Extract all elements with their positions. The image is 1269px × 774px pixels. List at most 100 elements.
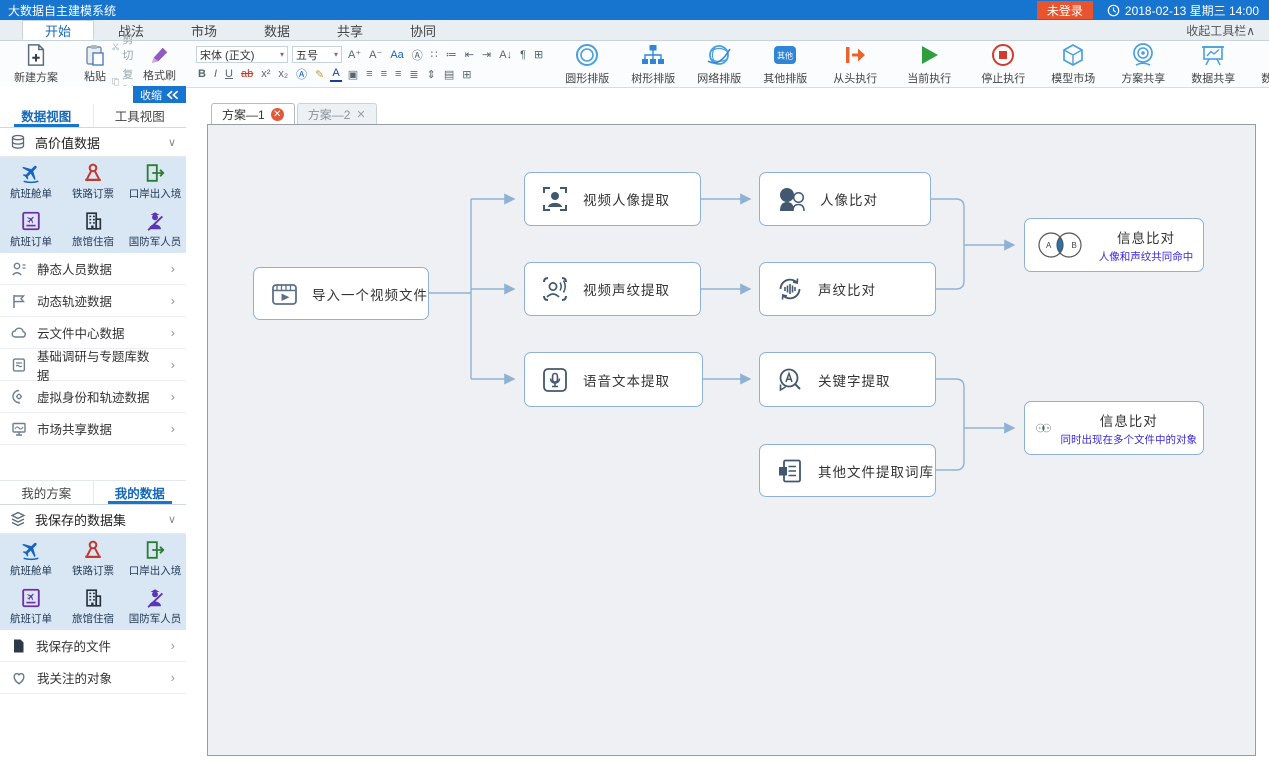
bold-button[interactable]: B bbox=[196, 66, 208, 82]
tab-data-view[interactable]: 数据视图 bbox=[0, 104, 93, 127]
justify-button[interactable]: ≣ bbox=[407, 66, 420, 82]
high-value-icon-grid: 航班舱单 铁路订票 口岸出入境 航班 bbox=[0, 157, 186, 253]
grow-font-button[interactable]: A⁺ bbox=[346, 47, 363, 63]
dataset-flight-manifest[interactable]: 航班舱单 bbox=[0, 534, 62, 582]
node-speech-text-extract[interactable]: 语音文本提取 bbox=[524, 352, 703, 407]
chevron-right-icon: › bbox=[171, 389, 175, 404]
clear-format-button[interactable]: Ⓐ bbox=[410, 47, 425, 63]
brush-icon bbox=[150, 45, 170, 65]
railway-icon bbox=[82, 539, 104, 561]
close-tab-icon[interactable]: ✕ bbox=[356, 108, 365, 121]
dataset-railway-ticket[interactable]: 铁路订票 bbox=[62, 157, 124, 205]
node-video-voiceprint-extract[interactable]: 视频声纹提取 bbox=[524, 262, 701, 316]
align-left-button[interactable]: ≡ bbox=[364, 66, 374, 82]
close-tab-icon[interactable]: ✕ bbox=[271, 108, 284, 121]
shrink-font-button[interactable]: A⁻ bbox=[367, 47, 384, 63]
doc-tab-plan-1[interactable]: 方案—1 ✕ bbox=[211, 103, 295, 124]
node-voiceprint-compare[interactable]: 声纹比对 bbox=[759, 262, 936, 316]
category-virtual-identity[interactable]: 虚拟身份和轨迹数据 › bbox=[0, 381, 186, 413]
tab-tool-view[interactable]: 工具视图 bbox=[93, 104, 187, 127]
run-from-start-button[interactable]: 从头执行 bbox=[827, 41, 883, 87]
tab-data[interactable]: 数据 bbox=[241, 20, 313, 40]
run-current-button[interactable]: 当前执行 bbox=[901, 41, 957, 87]
tab-collaborate[interactable]: 协同 bbox=[387, 20, 459, 40]
my-followed-objects[interactable]: 我关注的对象 › bbox=[0, 662, 186, 694]
my-saved-files[interactable]: 我保存的文件 › bbox=[0, 630, 186, 662]
borders-button[interactable]: ⊞ bbox=[460, 66, 473, 82]
dataset-hotel-stay[interactable]: 旅馆住宿 bbox=[62, 205, 124, 253]
font-name-select[interactable]: 宋体 (正文) ▾ bbox=[196, 46, 288, 63]
category-research-library[interactable]: 基础调研与专题库数据 › bbox=[0, 349, 186, 381]
node-video-portrait-extract[interactable]: 视频人像提取 bbox=[524, 172, 701, 226]
strikethrough-button[interactable]: ab bbox=[239, 66, 255, 82]
font-size-select[interactable]: 五号 ▾ bbox=[292, 46, 342, 63]
cut-button[interactable]: 剪切 bbox=[112, 31, 137, 63]
tab-share[interactable]: 共享 bbox=[314, 20, 386, 40]
node-portrait-compare[interactable]: 人像比对 bbox=[759, 172, 931, 226]
change-case-button[interactable]: Aa bbox=[388, 47, 405, 63]
dataset-military-personnel[interactable]: 国防军人员 bbox=[124, 205, 186, 253]
tab-my-data[interactable]: 我的数据 bbox=[93, 481, 187, 504]
collapse-toolbar-button[interactable]: 收起工具栏∧ bbox=[1186, 20, 1255, 40]
char-shading-button[interactable]: ▣ bbox=[346, 66, 360, 82]
font-color-button[interactable]: A bbox=[330, 66, 341, 82]
stop-run-button[interactable]: 停止执行 bbox=[975, 41, 1031, 87]
enclose-char-button[interactable]: Ⓐ bbox=[294, 66, 309, 82]
line-spacing-button[interactable]: ⇕ bbox=[425, 66, 438, 82]
number-list-button[interactable]: ≔ bbox=[444, 47, 459, 63]
new-plan-button[interactable]: 新建方案 bbox=[8, 42, 64, 86]
plan-share-button[interactable]: 方案共享 bbox=[1115, 41, 1171, 87]
node-keyword-extract[interactable]: 关键字提取 bbox=[759, 352, 936, 407]
superscript-button[interactable]: x² bbox=[259, 66, 272, 82]
node-info-compare-1[interactable]: A B 信息比对 人像和声纹共同命中 bbox=[1024, 218, 1204, 272]
shading-fill-button[interactable]: ▤ bbox=[442, 66, 456, 82]
node-other-files-lexicon[interactable]: 其他文件提取词库 bbox=[759, 444, 936, 497]
dataset-flight-manifest[interactable]: 航班舱单 bbox=[0, 157, 62, 205]
category-market-shared-data[interactable]: 市场共享数据 › bbox=[0, 413, 186, 445]
dataset-military-personnel[interactable]: 国防军人员 bbox=[124, 582, 186, 630]
subscript-button[interactable]: x₂ bbox=[276, 66, 290, 82]
data-retention-button[interactable]: 数据留存 bbox=[1255, 41, 1269, 87]
dataset-border-entry-exit[interactable]: 口岸出入境 bbox=[124, 157, 186, 205]
table-grid-button[interactable]: ⊞ bbox=[532, 47, 545, 63]
network-layout-button[interactable]: 网络排版 bbox=[691, 41, 747, 87]
soldier-icon bbox=[144, 587, 166, 609]
indent-button[interactable]: ⇥ bbox=[480, 47, 493, 63]
category-dynamic-trajectory[interactable]: 动态轨迹数据 › bbox=[0, 285, 186, 317]
paste-button[interactable]: 粘贴 bbox=[78, 43, 112, 85]
tree-layout-button[interactable]: 树形排版 bbox=[625, 41, 681, 87]
dataset-hotel-stay[interactable]: 旅馆住宿 bbox=[62, 582, 124, 630]
other-layout-button[interactable]: 其他 其他排版 bbox=[757, 41, 813, 87]
tab-my-plans[interactable]: 我的方案 bbox=[0, 481, 93, 504]
sidebar-collapse-button[interactable]: 收缩 bbox=[133, 86, 186, 103]
outdent-button[interactable]: ⇤ bbox=[463, 47, 476, 63]
format-painter-button[interactable]: 格式刷 bbox=[137, 44, 182, 84]
dataset-flight-order[interactable]: 航班订单 bbox=[0, 205, 62, 253]
doc-tab-plan-2[interactable]: 方案—2 ✕ bbox=[297, 103, 377, 124]
circle-layout-button[interactable]: 圆形排版 bbox=[559, 41, 615, 87]
data-share-button[interactable]: 数据共享 bbox=[1185, 41, 1241, 87]
dataset-flight-order[interactable]: 航班订单 bbox=[0, 582, 62, 630]
tab-start[interactable]: 开始 bbox=[22, 20, 94, 40]
bullet-list-button[interactable]: ∷ bbox=[429, 47, 440, 63]
model-market-button[interactable]: 模型市场 bbox=[1045, 41, 1101, 87]
underline-button[interactable]: U bbox=[223, 66, 235, 82]
run-from-start-icon bbox=[842, 42, 868, 68]
node-info-compare-2[interactable]: A B 信息比对 同时出现在多个文件中的对象 bbox=[1024, 401, 1204, 455]
section-saved-datasets[interactable]: 我保存的数据集 ∨ bbox=[0, 505, 186, 534]
category-cloud-file-center[interactable]: 云文件中心数据 › bbox=[0, 317, 186, 349]
align-center-button[interactable]: ≡ bbox=[379, 66, 389, 82]
align-right-button[interactable]: ≡ bbox=[393, 66, 403, 82]
sort-button[interactable]: A↓ bbox=[497, 47, 514, 63]
highlight-button[interactable]: ✎ bbox=[313, 66, 326, 82]
italic-button[interactable]: I bbox=[212, 66, 219, 82]
login-status-badge[interactable]: 未登录 bbox=[1037, 1, 1093, 19]
category-static-personnel[interactable]: 静态人员数据 › bbox=[0, 253, 186, 285]
node-import-video[interactable]: 导入一个视频文件 bbox=[253, 267, 429, 320]
flowchart-canvas[interactable]: 导入一个视频文件 视频人像提取 视频声纹提取 语音文本提取 bbox=[207, 124, 1256, 756]
dataset-border-entry-exit[interactable]: 口岸出入境 bbox=[124, 534, 186, 582]
dataset-railway-ticket[interactable]: 铁路订票 bbox=[62, 534, 124, 582]
pilcrow-button[interactable]: ¶ bbox=[518, 47, 528, 63]
tab-market[interactable]: 市场 bbox=[168, 20, 240, 40]
section-high-value-data[interactable]: 高价值数据 ∨ bbox=[0, 128, 186, 157]
